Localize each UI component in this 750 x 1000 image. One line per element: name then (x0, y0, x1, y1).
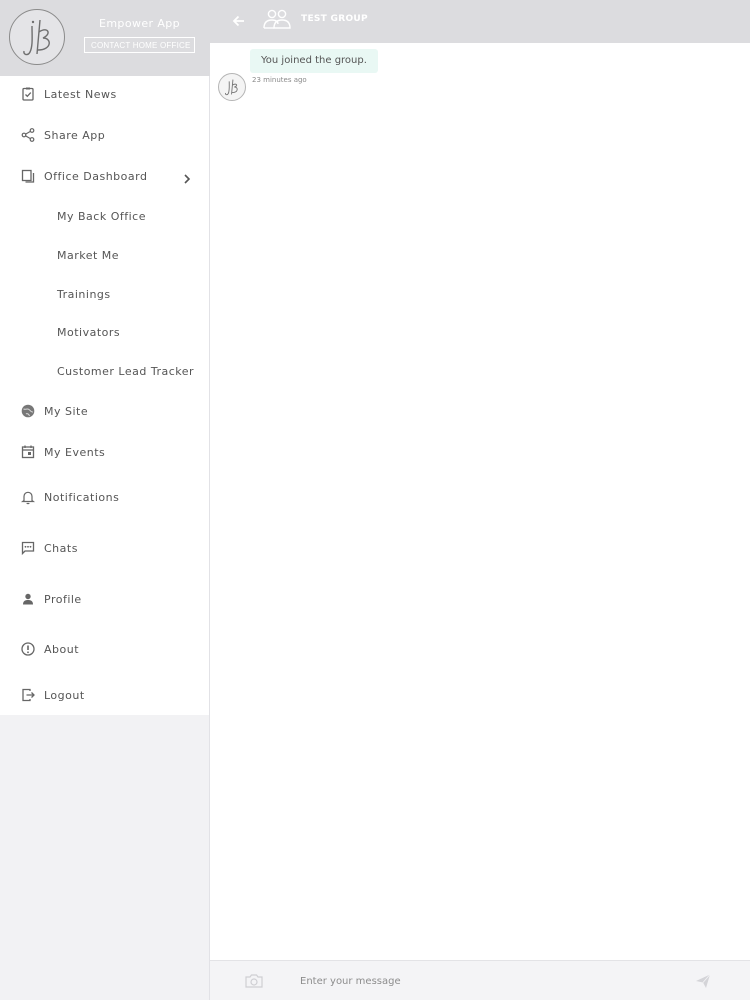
sidebar-item-latest-news[interactable]: Latest News (0, 77, 209, 111)
sidebar-item-label: Customer Lead Tracker (57, 364, 195, 378)
copy-icon (20, 168, 36, 184)
sidebar-item-share-app[interactable]: Share App (0, 118, 209, 152)
app-name: Empower App (98, 17, 181, 30)
sidebar-item-label: Trainings (57, 287, 111, 301)
sidebar-item-label: Share App (44, 128, 106, 142)
sidebar-item-label: My Events (44, 445, 106, 459)
message-bubble: You joined the group. (250, 49, 378, 73)
message-input[interactable] (300, 970, 680, 992)
sidebar-item-label: Notifications (44, 490, 120, 504)
sidebar-item-label: About (44, 642, 80, 656)
chat-messages: You joined the group. 23 minutes ago (210, 43, 750, 960)
sidebar: Empower App CONTACT HOME OFFICE Latest N… (0, 0, 210, 1000)
sidebar-item-my-back-office[interactable]: My Back Office (0, 199, 209, 233)
share-icon (20, 127, 36, 143)
sidebar-item-label: Motivators (57, 325, 121, 339)
sidebar-item-logout[interactable]: Logout (0, 678, 209, 712)
group-title: TEST GROUP (301, 14, 368, 24)
sidebar-item-my-events[interactable]: My Events (0, 435, 209, 469)
app-logo (9, 9, 65, 65)
chat-icon (20, 540, 36, 556)
logout-icon (20, 687, 36, 703)
sidebar-item-label: My Back Office (57, 209, 146, 223)
globe-icon (20, 403, 36, 419)
sidebar-item-about[interactable]: About (0, 632, 209, 666)
group-icon (262, 7, 292, 33)
sidebar-item-label: My Site (44, 404, 89, 418)
sidebar-item-trainings[interactable]: Trainings (0, 277, 209, 311)
message-composer (210, 960, 750, 1000)
back-arrow-icon[interactable] (230, 12, 248, 30)
bell-icon (20, 489, 36, 505)
sidebar-item-label: Office Dashboard (44, 169, 148, 183)
sidebar-item-office-dashboard[interactable]: Office Dashboard (0, 159, 209, 193)
sidebar-menu: Latest News Share App Office Dashboard M… (0, 76, 209, 715)
contact-home-office-button[interactable]: CONTACT HOME OFFICE (84, 37, 195, 53)
send-icon[interactable] (694, 972, 712, 990)
avatar (218, 73, 246, 101)
sidebar-item-label: Market Me (57, 248, 120, 262)
info-icon (20, 641, 36, 657)
sidebar-item-my-site[interactable]: My Site (0, 394, 209, 428)
sidebar-header: Empower App CONTACT HOME OFFICE (0, 0, 210, 76)
message-timestamp: 23 minutes ago (252, 76, 307, 84)
sidebar-item-label: Profile (44, 592, 82, 606)
sidebar-item-label: Logout (44, 688, 85, 702)
sidebar-item-motivators[interactable]: Motivators (0, 315, 209, 349)
sidebar-item-label: Chats (44, 541, 78, 555)
sidebar-item-customer-lead-tracker[interactable]: Customer Lead Tracker (0, 354, 209, 388)
sidebar-item-market-me[interactable]: Market Me (0, 238, 209, 272)
camera-icon[interactable] (244, 972, 264, 990)
sidebar-item-label: Latest News (44, 87, 117, 101)
calendar-icon (20, 444, 36, 460)
clipboard-check-icon (20, 86, 36, 102)
sidebar-item-notifications[interactable]: Notifications (0, 480, 209, 514)
sidebar-item-profile[interactable]: Profile (0, 582, 209, 616)
chat-header: TEST GROUP (210, 0, 750, 43)
sidebar-item-chats[interactable]: Chats (0, 531, 209, 565)
chevron-right-icon (181, 170, 193, 184)
user-icon (20, 591, 36, 607)
